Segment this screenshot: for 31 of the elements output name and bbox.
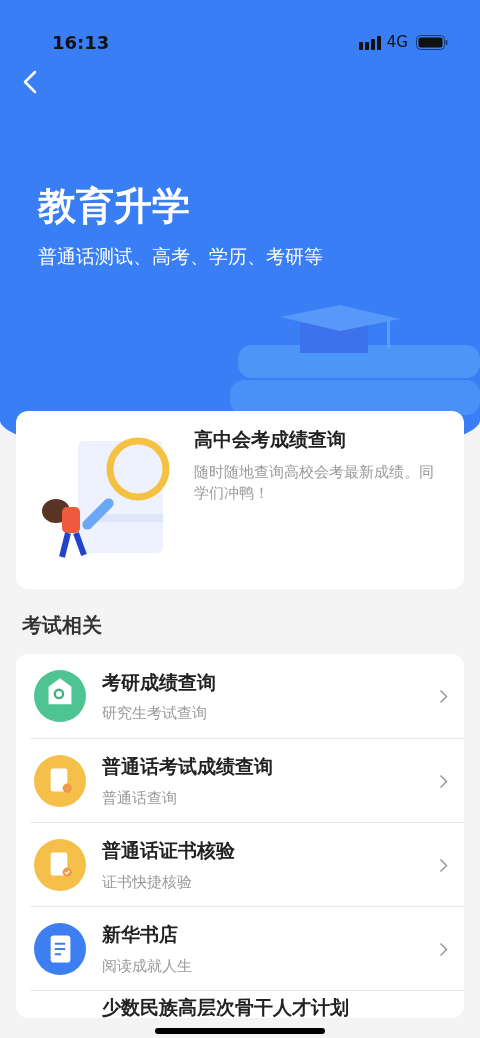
item-title: 普通话考试成绩查询 [102, 754, 274, 779]
status-time: 16:13 [52, 30, 110, 55]
network-label: 4G [386, 31, 408, 53]
chevron-right-icon [439, 689, 448, 704]
card-description: 随时随地查询高校会考最新成绩。同学们冲鸭！ [194, 461, 435, 505]
list-item[interactable]: 普通话证书核验 证书快捷核验 [30, 822, 464, 906]
back-icon[interactable] [22, 70, 38, 94]
list-item[interactable]: 普通话考试成绩查询 普通话查询 [30, 738, 464, 822]
document-search-icon [34, 754, 86, 807]
signal-icon [358, 35, 383, 50]
item-title: 普通话证书核验 [102, 838, 236, 863]
section-title: 考试相关 [22, 612, 103, 639]
chevron-right-icon [439, 857, 448, 873]
item-subtitle: 研究生考试查询 [102, 703, 208, 724]
battery-icon [416, 35, 448, 50]
page-subtitle: 普通话测试、高考、学历、考研等 [38, 243, 324, 269]
chevron-right-icon [439, 941, 448, 957]
document-check-icon [34, 838, 86, 891]
chevron-right-icon [439, 773, 448, 789]
list-item[interactable]: 考研成绩查询 研究生考试查询 [16, 654, 464, 738]
document-icon [34, 922, 86, 975]
item-title: 少数民族高层次骨干人才计划 [102, 995, 350, 1020]
card-title[interactable]: 高中会考成绩查询 [194, 425, 446, 454]
item-subtitle: 阅读成就人生 [102, 955, 193, 977]
page-title: 教育升学 [38, 186, 191, 228]
item-title: 考研成绩查询 [102, 669, 217, 695]
item-title: 新华书店 [102, 922, 179, 947]
item-subtitle: 证书快捷核验 [102, 871, 193, 893]
item-subtitle: 普通话查询 [102, 787, 178, 809]
list-item[interactable]: 新华书店 阅读成就人生 [30, 906, 464, 990]
list-item[interactable]: 少数民族高层次骨干人才计划 [30, 990, 464, 1018]
